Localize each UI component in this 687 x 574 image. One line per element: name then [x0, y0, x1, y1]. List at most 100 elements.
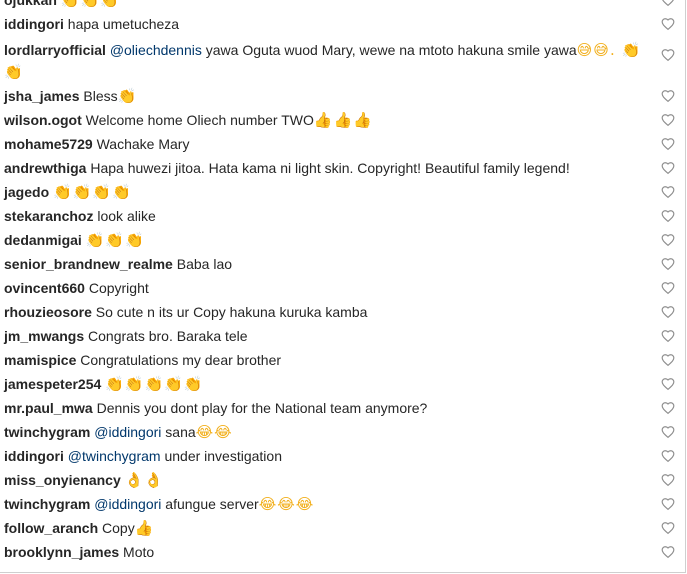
comments-panel: ojukkah 👏👏👏 iddingori hapa umetucheza lord… [0, 0, 686, 573]
comment-row: iddingori @twinchygram under investigati… [0, 444, 685, 468]
heart-icon[interactable] [661, 329, 675, 343]
heart-icon[interactable] [661, 89, 675, 103]
comment-text: Bless [83, 88, 118, 104]
comment-emoji: 👍👍👍 [313, 111, 373, 129]
heart-icon[interactable] [661, 48, 675, 62]
comment-username[interactable]: brooklynn_james [4, 544, 119, 560]
comment-username[interactable]: lordlarryofficial [4, 42, 106, 58]
comment-text: So cute n its ur Copy hakuna kuruka kamb… [95, 304, 368, 320]
comment-text: yawa Oguta wuod Mary, wewe na mtoto haku… [205, 42, 577, 58]
comment-username[interactable]: rhouzieosore [4, 304, 92, 320]
comment-row: iddingori hapa umetucheza [0, 12, 685, 36]
heart-icon[interactable] [661, 185, 675, 199]
comment-username[interactable]: twinchygram [4, 496, 90, 512]
comment-text: Hapa huwezi jitoa. Hata kama ni light sk… [90, 160, 570, 176]
comment-username[interactable]: ovincent660 [4, 280, 85, 296]
comment-row: mamispice Congratulations my dear brothe… [0, 348, 685, 372]
comment-text: sana [165, 424, 196, 440]
comment-emoji: 😂😂 [195, 423, 233, 441]
comment-emoji: 👌👌 [124, 471, 164, 489]
heart-icon[interactable] [661, 473, 675, 487]
comment-row: brooklynn_james Moto [0, 540, 685, 564]
comment-mention[interactable]: @oliechdennis [110, 42, 202, 58]
heart-icon[interactable] [661, 425, 675, 439]
comment-mention[interactable]: @twinchygram [68, 448, 161, 464]
heart-icon[interactable] [661, 161, 675, 175]
heart-icon[interactable] [661, 257, 675, 271]
comment-text: hapa umetucheza [67, 16, 180, 32]
comment-text: afungue server [165, 496, 259, 512]
comment-row: ovincent660 Copyright [0, 276, 685, 300]
heart-icon[interactable] [661, 353, 675, 367]
heart-icon[interactable] [661, 209, 675, 223]
heart-icon[interactable] [661, 0, 675, 7]
comment-row: ojukkah 👏👏👏 [0, 0, 685, 12]
heart-icon[interactable] [661, 521, 675, 535]
heart-icon[interactable] [661, 113, 675, 127]
comment-emoji: 👏👏👏 [85, 231, 145, 249]
comment-username[interactable]: jagedo [4, 184, 49, 200]
comment-emoji: 👍 [134, 519, 155, 537]
comment-row: andrewthiga Hapa huwezi jitoa. Hata kama… [0, 156, 685, 180]
comment-row: jagedo 👏👏👏👏 [0, 180, 685, 204]
comment-row: mohame5729 Wachake Mary [0, 132, 685, 156]
comment-row: miss_onyienancy 👌👌 [0, 468, 685, 492]
comment-text: Copy [102, 520, 135, 536]
heart-icon[interactable] [661, 377, 675, 391]
comment-username[interactable]: jsha_james [4, 88, 80, 104]
comment-row: jm_mwangs Congrats bro. Baraka tele [0, 324, 685, 348]
comment-mention[interactable]: @iddingori [94, 496, 161, 512]
comment-username[interactable]: jm_mwangs [4, 328, 84, 344]
comment-username[interactable]: follow_aranch [4, 520, 98, 536]
comment-mention[interactable]: @iddingori [94, 424, 161, 440]
comment-username[interactable]: stekaranchoz [4, 208, 93, 224]
heart-icon[interactable] [661, 305, 675, 319]
comment-row: wilson.ogot Welcome home Oliech number T… [0, 108, 685, 132]
comment-username[interactable]: andrewthiga [4, 160, 86, 176]
heart-icon[interactable] [661, 17, 675, 31]
comment-text: Wachake Mary [96, 136, 190, 152]
heart-icon[interactable] [661, 497, 675, 511]
comment-text: Congratulations my dear brother [80, 352, 282, 368]
comment-username[interactable]: wilson.ogot [4, 112, 82, 128]
comment-row: twinchygram @iddingori afungue server😂😂😂 [0, 492, 685, 516]
comment-username[interactable]: mohame5729 [4, 136, 93, 152]
heart-icon[interactable] [661, 545, 675, 559]
comment-username[interactable]: twinchygram [4, 424, 90, 440]
comment-username[interactable]: miss_onyienancy [4, 472, 121, 488]
comment-row: stekaranchoz look alike [0, 204, 685, 228]
comment-text: Moto [123, 544, 155, 560]
comment-username[interactable]: iddingori [4, 448, 64, 464]
comment-list: ojukkah 👏👏👏 iddingori hapa umetucheza lord… [0, 0, 685, 564]
comment-username[interactable]: senior_brandnew_realme [4, 256, 173, 272]
heart-icon[interactable] [661, 401, 675, 415]
heart-icon[interactable] [661, 449, 675, 463]
comment-emoji: 👏 [117, 87, 138, 105]
heart-icon[interactable] [661, 233, 675, 247]
comment-text: look alike [97, 208, 156, 224]
comment-row: mr.paul_mwa Dennis you dont play for the… [0, 396, 685, 420]
comment-row: rhouzieosore So cute n its ur Copy hakun… [0, 300, 685, 324]
heart-icon[interactable] [661, 281, 675, 295]
comment-username[interactable]: mamispice [4, 352, 76, 368]
comment-row: twinchygram @iddingori sana😂😂 [0, 420, 685, 444]
comment-row: follow_aranch Copy👍 [0, 516, 685, 540]
comment-row: jsha_james Bless👏 [0, 84, 685, 108]
comment-emoji: 👏👏👏👏👏 [105, 375, 204, 393]
comment-emoji: 😂😂😂 [258, 495, 315, 513]
comment-username[interactable]: iddingori [4, 16, 64, 32]
comment-username[interactable]: jamespeter254 [4, 376, 101, 392]
comment-text: under investigation [164, 448, 282, 464]
comment-text: Copyright [88, 280, 149, 296]
comment-emoji: 👏👏👏👏 [53, 183, 132, 201]
comment-text: Welcome home Oliech number TWO [85, 112, 314, 128]
comment-emoji: 👏👏👏 [60, 0, 120, 9]
comment-username[interactable]: ojukkah [4, 0, 57, 8]
comment-username[interactable]: mr.paul_mwa [4, 400, 93, 416]
comment-text: Congrats bro. Baraka tele [88, 328, 248, 344]
comment-text: Dennis you dont play for the National te… [96, 400, 428, 416]
comment-text: Baba lao [176, 256, 233, 272]
comment-row: jamespeter254 👏👏👏👏👏 [0, 372, 685, 396]
heart-icon[interactable] [661, 137, 675, 151]
comment-username[interactable]: dedanmigai [4, 232, 82, 248]
